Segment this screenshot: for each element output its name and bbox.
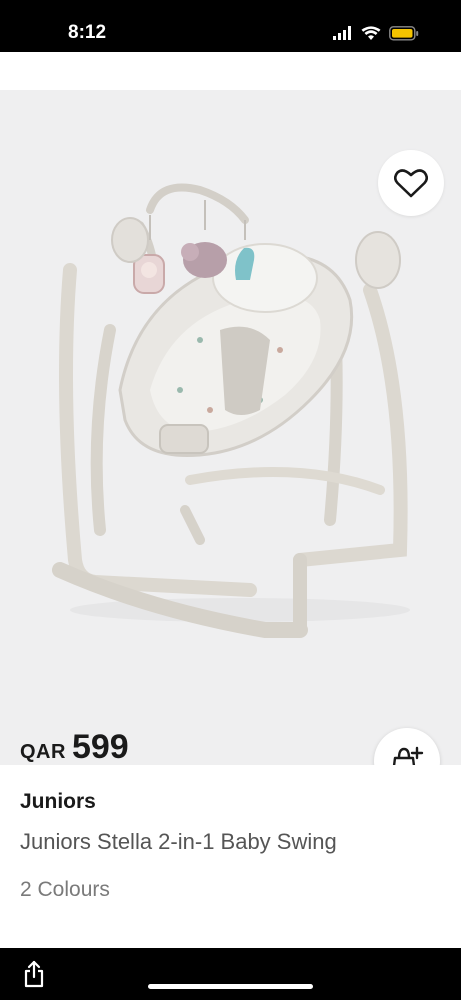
price-value: 599 (71, 728, 129, 766)
bottom-toolbar (0, 948, 461, 1000)
signal-icon (333, 26, 351, 40)
status-time: 8:12 (68, 22, 107, 43)
share-icon[interactable] (22, 960, 46, 988)
wifi-icon (361, 25, 381, 40)
home-indicator[interactable] (148, 984, 313, 989)
favorite-button[interactable] (378, 150, 444, 216)
product-page: QAR 599 Juniors Juniors Stella 2-in-1 Ba… (0, 52, 461, 948)
heart-icon (394, 169, 428, 198)
status-icons (333, 24, 419, 42)
status-bar: 8:12 (0, 0, 461, 52)
product-image[interactable] (0, 90, 461, 765)
product-title: Juniors Stella 2-in-1 Baby Swing (20, 829, 337, 854)
bag-plus-icon (392, 746, 424, 765)
price: QAR 599 (20, 728, 129, 776)
colour-count: 2 Colours (20, 878, 110, 901)
battery-icon (389, 25, 419, 41)
price-currency: QAR (20, 741, 66, 763)
brand-name[interactable]: Juniors (20, 790, 96, 814)
